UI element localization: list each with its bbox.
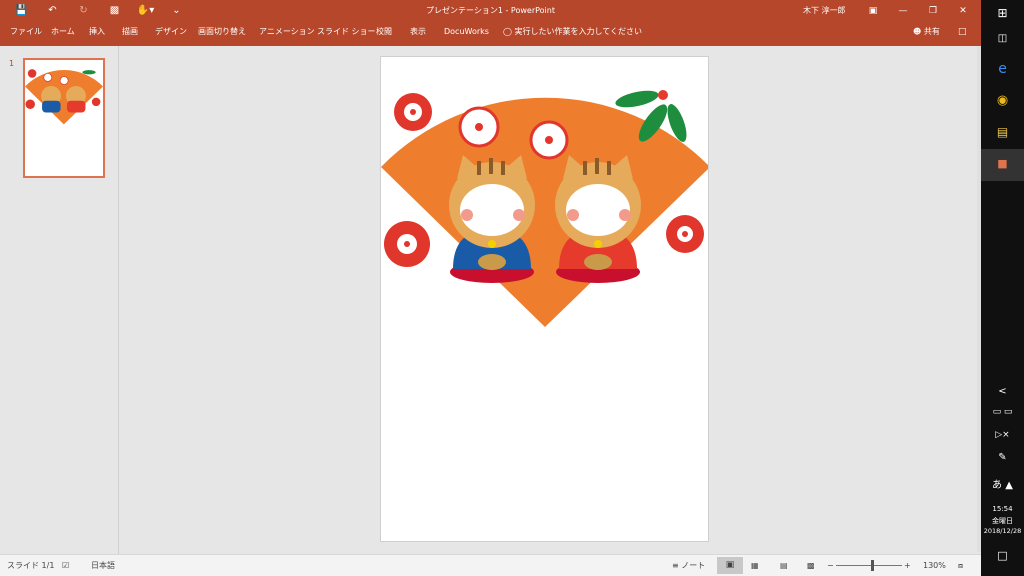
reading-view-icon[interactable]: ▤ — [780, 555, 788, 576]
plum-blossom-white-2 — [529, 120, 569, 160]
powerpoint-icon[interactable]: ■ — [981, 149, 1024, 181]
tell-me-placeholder: 実行したい作業を入力してください — [514, 27, 643, 36]
window-buttons: ▣ — ❐ ✕ — [858, 0, 978, 22]
zoom-in-button[interactable]: + — [904, 555, 911, 576]
acrobat-icon: ▲ — [1005, 480, 1013, 491]
slideshow-view-icon[interactable]: ▩ — [807, 555, 815, 576]
slide-thumbnail-pane: 1 — [0, 46, 119, 554]
slide-number: 1 — [9, 59, 15, 68]
zoom-level[interactable]: 130% — [923, 555, 946, 576]
tab-transitions[interactable]: 画面切り替え — [198, 22, 246, 42]
volume-muted-icon[interactable]: ▷× — [981, 430, 1024, 440]
slide-sorter-icon[interactable]: ▦ — [751, 555, 759, 576]
plum-blossom-red-2 — [384, 221, 430, 267]
share-label: 共有 — [923, 27, 940, 36]
ime-mode: あ — [992, 480, 1003, 491]
tab-file[interactable]: ファイル — [10, 22, 42, 42]
slide-canvas[interactable] — [380, 56, 709, 542]
slide-illustration[interactable] — [381, 57, 709, 542]
tab-insert[interactable]: 挿入 — [89, 22, 105, 42]
plum-blossom-white-1 — [458, 106, 500, 148]
tab-animations[interactable]: アニメーション — [259, 22, 315, 42]
clock-date[interactable]: 2018/12/28 — [981, 527, 1024, 535]
notes-icon: ≡ — [672, 561, 679, 570]
tab-view[interactable]: 表示 — [410, 22, 426, 42]
plum-blossom-red-3 — [666, 215, 704, 253]
slide-indicator: スライド 1/1 — [7, 561, 55, 570]
minimize-icon[interactable]: — — [888, 0, 918, 22]
customize-qat-icon[interactable]: ⌄ — [161, 0, 192, 22]
action-center-icon[interactable]: □ — [981, 549, 1024, 562]
share-button[interactable]: ☻ 共有 — [913, 22, 940, 42]
zoom-slider-thumb[interactable] — [871, 560, 874, 571]
person-icon: ☻ — [913, 27, 922, 36]
title-bar: 💾 ↶ ↻ ▩ ✋▾ ⌄ プレゼンテーション1 - PowerPoint 木下 … — [0, 0, 981, 22]
quick-access-toolbar: 💾 ↶ ↻ ▩ ✋▾ ⌄ — [6, 0, 192, 22]
battery-network-icon[interactable]: ▭ ▭ — [981, 407, 1024, 417]
tab-home[interactable]: ホーム — [51, 22, 75, 42]
tell-me-box[interactable]: ◯ 実行したい作業を入力してください — [503, 22, 642, 42]
tab-slideshow[interactable]: スライド ショー — [317, 22, 376, 42]
touch-mode-icon[interactable]: ✋▾ — [130, 0, 161, 22]
comment-icon[interactable]: □ — [958, 22, 967, 42]
slide-thumbnail[interactable] — [23, 58, 105, 178]
lightbulb-icon: ◯ — [503, 27, 512, 36]
zoom-slider[interactable] — [836, 565, 902, 566]
task-view-icon[interactable]: ◫ — [981, 33, 1024, 44]
normal-view-icon[interactable]: ▣ — [717, 557, 743, 574]
tab-docuworks[interactable]: DocuWorks — [444, 22, 489, 42]
fit-to-window-icon[interactable]: ⧈ — [958, 555, 963, 576]
chrome-icon[interactable]: ◉ — [981, 93, 1024, 108]
save-icon[interactable]: 💾 — [6, 0, 37, 22]
accessibility-icon[interactable]: ☑ — [62, 555, 69, 576]
ime-indicator[interactable]: あ ▲ — [981, 476, 1024, 491]
status-bar: スライド 1/1 ☑ 日本語 ≡ ノート ▣ ▦ ▤ ▩ − + 130% ⧈ — [0, 554, 981, 576]
show-hidden-icons[interactable]: < — [981, 386, 1024, 397]
start-slideshow-icon[interactable]: ▩ — [99, 0, 130, 22]
close-icon[interactable]: ✕ — [948, 0, 978, 22]
undo-icon[interactable]: ↶ — [37, 0, 68, 22]
tab-design[interactable]: デザイン — [155, 22, 187, 42]
pen-icon[interactable]: ✎ — [981, 452, 1024, 463]
windows-start-icon[interactable]: ⊞ — [981, 6, 1024, 20]
windows-taskbar: ⊞ ◫ e ◉ ▤ ■ < ▭ ▭ ▷× ✎ あ ▲ 15:54 金曜日 201… — [981, 0, 1024, 576]
notes-label: ノート — [681, 561, 706, 570]
tab-review[interactable]: 校閲 — [376, 22, 392, 42]
file-explorer-icon[interactable]: ▤ — [981, 125, 1024, 139]
ribbon-display-options-icon[interactable]: ▣ — [858, 0, 888, 22]
plum-blossom-red-1 — [394, 93, 432, 131]
slide-editor — [120, 46, 977, 552]
ribbon-tabs: ファイル ホーム 挿入 描画 デザイン 画面切り替え アニメーション スライド … — [0, 22, 981, 46]
notes-button[interactable]: ≡ ノート — [672, 555, 705, 576]
redo-icon[interactable]: ↻ — [68, 0, 99, 22]
thumbnail-illustration — [25, 69, 103, 125]
tab-draw[interactable]: 描画 — [122, 22, 138, 42]
edge-icon[interactable]: e — [981, 61, 1024, 77]
clock-day[interactable]: 金曜日 — [981, 516, 1024, 526]
boar-doll-blue — [449, 155, 535, 283]
restore-icon[interactable]: ❐ — [918, 0, 948, 22]
clock-time[interactable]: 15:54 — [981, 505, 1024, 513]
user-name[interactable]: 木下 淳一郎 — [803, 0, 846, 22]
language-indicator[interactable]: 日本語 — [91, 555, 115, 576]
zoom-out-button[interactable]: − — [827, 555, 834, 576]
boar-doll-red — [555, 155, 641, 283]
